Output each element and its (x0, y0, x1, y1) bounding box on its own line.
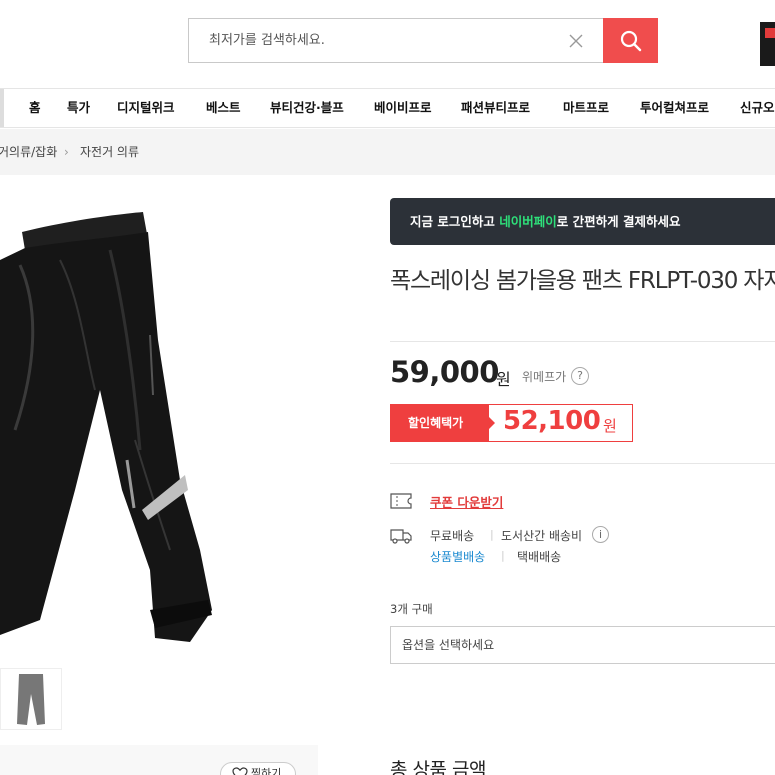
clear-search-button[interactable] (568, 33, 584, 49)
breadcrumb-item[interactable]: 거의류/잡화 (0, 129, 57, 175)
nav-item-home[interactable]: 홈 (29, 89, 41, 127)
naverpay-highlight: 네이버페이 (499, 214, 557, 229)
product-image[interactable] (0, 190, 230, 650)
chevron-right-icon: › (64, 145, 69, 159)
wishlist-label: 찜하기 (251, 767, 282, 775)
breadcrumb: 거의류/잡화 › 자전거 의류 (0, 129, 775, 175)
price-source-label: 위메프가 (522, 370, 567, 384)
banner-text-suffix: 로 간편하게 결제하세요 (556, 214, 681, 229)
nav-item-best[interactable]: 베스트 (206, 89, 241, 127)
ad-banner-thumbnail[interactable] (760, 22, 775, 66)
info-icon[interactable]: i (592, 526, 609, 543)
search-icon (620, 30, 641, 51)
total-price-label: 총 상품 금액 (390, 759, 486, 775)
nav-item-baby-pro[interactable]: 베이비프로 (374, 89, 432, 127)
search-box (188, 18, 658, 63)
pants-thumbnail-image (17, 674, 45, 725)
nav-item-tour-culture-pro[interactable]: 투어컬쳐프로 (640, 89, 709, 127)
discount-price: 52,100 (503, 406, 601, 436)
coupon-icon (390, 493, 412, 509)
shipping-extra: 도서산간 배송비 (501, 529, 583, 543)
original-price: 59,000 (390, 355, 499, 389)
search-input[interactable] (189, 19, 569, 62)
nav-item-digital-week[interactable]: 디지털위크 (117, 89, 175, 127)
separator: | (501, 549, 505, 562)
breadcrumb-item[interactable]: 자전거 의류 (80, 129, 139, 175)
nav-item-beauty-health[interactable]: 뷰티건강·블프 (270, 89, 344, 127)
shipping-courier: 택배배송 (517, 550, 562, 564)
product-thumbnail[interactable] (0, 668, 62, 730)
nav-item-mart-pro[interactable]: 마트프로 (563, 89, 609, 127)
separator: | (490, 528, 494, 541)
wishlist-button[interactable]: 찜하기 (220, 762, 296, 775)
banner-text-prefix: 지금 로그인하고 (410, 214, 500, 229)
help-icon[interactable]: ? (571, 367, 589, 385)
nav-item-new[interactable]: 신규오 (740, 89, 775, 127)
shipping-free: 무료배송 (430, 529, 475, 543)
pants-image (0, 212, 212, 642)
discount-label: 할인혜택가 (390, 404, 495, 442)
nav-item-fashion-beauty-pro[interactable]: 패션뷰티프로 (461, 89, 530, 127)
heart-icon (232, 767, 248, 775)
divider (390, 341, 775, 342)
coupon-download-link[interactable]: 쿠폰 다운받기 (430, 492, 503, 511)
truck-icon (390, 529, 412, 544)
nav-item-deals[interactable]: 특가 (67, 89, 90, 127)
search-button[interactable] (603, 18, 658, 63)
nav-divider (0, 89, 4, 127)
naverpay-login-banner[interactable]: 지금 로그인하고 네이버페이로 간편하게 결제하세요 (390, 198, 775, 245)
discount-price-unit: 원 (603, 417, 617, 435)
shipping-per-item-link[interactable]: 상품별배송 (430, 548, 485, 565)
category-nav: 홈 특가 디지털위크 베스트 뷰티건강·블프 베이비프로 패션뷰티프로 마트프로… (0, 88, 775, 128)
product-title: 폭스레이싱 봄가을용 팬츠 FRLPT-030 자지 (390, 268, 775, 294)
divider (390, 463, 775, 464)
quantity-label: 3개 구매 (390, 602, 433, 616)
option-select[interactable]: 옵션을 선택하세요 (390, 626, 775, 664)
price-unit: 원 (496, 370, 511, 389)
close-icon (569, 34, 583, 48)
